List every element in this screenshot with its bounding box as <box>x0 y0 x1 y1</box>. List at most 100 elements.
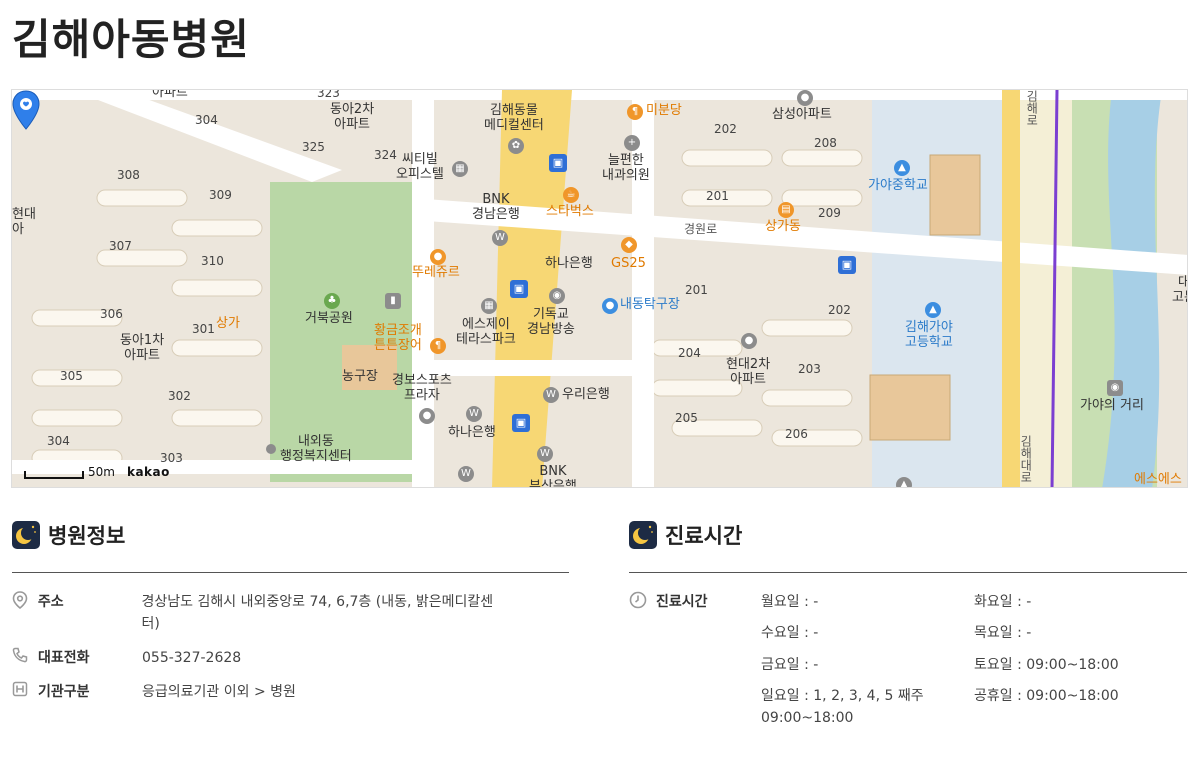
hours-monday: 월요일 : - <box>761 594 819 610</box>
bank-icon-hana-bottom: W <box>466 406 482 422</box>
map-label-309: 309 <box>209 188 232 202</box>
bus-stop-icon-2: ▣ <box>510 280 528 298</box>
moon-icon <box>12 521 40 549</box>
map-label-hyundai-left: 현대 아 <box>12 207 36 237</box>
map-label-310: 310 <box>201 254 224 268</box>
building-icon-citybil: ▦ <box>452 161 468 177</box>
map-label-gimhae-medical: 김해동물 메디컬센터 <box>484 103 544 133</box>
bus-stop-icon-3: ▣ <box>512 414 530 432</box>
vet-icon: ✿ <box>508 138 524 154</box>
hours-divider <box>629 572 1187 573</box>
map-label-starbucks: 스타벅스 <box>546 204 594 219</box>
map-label-nonggujang: 농구장 <box>342 369 378 384</box>
hours-thursday: 목요일 : - <box>974 625 1032 641</box>
map-label-geobuk-park: 거북공원 <box>305 311 353 326</box>
clock-icon <box>628 591 648 615</box>
map-label-golden-clam: 황금조개 튼튼장어 <box>374 323 422 353</box>
map-label-205: 205 <box>675 411 698 425</box>
camera-icon: ◉ <box>1107 380 1123 396</box>
hours-saturday: 토요일 : 09:00~18:00 <box>974 657 1119 673</box>
scale-distance: 50m <box>88 465 115 479</box>
map-label-sj-terrace: 에스제이 테라스파크 <box>456 317 516 347</box>
map-label-323: 323 <box>317 89 340 100</box>
hours-tuesday: 화요일 : - <box>974 594 1032 610</box>
bakery-icon: ● <box>430 249 446 265</box>
map-label-es-es: 에스에스 <box>1134 472 1182 487</box>
map-label-304b: 304 <box>47 434 70 448</box>
type-value: 응급의료기관 이외 > 병원 <box>142 684 296 700</box>
map-label-tourejure: 뚜레쥬르 <box>412 265 460 280</box>
map-label-gimhaedaero: 김해대로 <box>1018 435 1033 483</box>
bank-icon-bnk-gyeongnam: W <box>492 230 508 246</box>
map-label-301: 301 <box>192 322 215 336</box>
map-label-gaya-middle: 가야중학교 <box>868 178 928 193</box>
map-label-naeoe-center: 내외동 행정복지센터 <box>280 434 352 464</box>
map-label-gs25: GS25 <box>611 256 646 271</box>
map-label-hana-bank-top: 하나은행 <box>545 256 593 271</box>
map-view[interactable]: 323 아파트 304 동아2차 아파트 325 324 308 309 현대 … <box>11 89 1188 488</box>
map-label-hyundai2: 현대2차 아파트 <box>726 357 771 387</box>
map-label-gimhaero: 김해로 <box>1024 90 1039 126</box>
phone-icon <box>10 647 30 669</box>
hospital-info-title: 병원정보 <box>48 524 126 548</box>
map-label-mibundang: 미분당 <box>646 103 682 118</box>
map-provider-logo: kakao <box>126 465 170 479</box>
map-label-306: 306 <box>100 307 123 321</box>
table-tennis-icon: ● <box>602 298 618 314</box>
hours-heading: 진료시간 <box>629 520 742 550</box>
gov-office-icon <box>266 444 276 454</box>
map-label-hana-bank-bottom: 하나은행 <box>448 425 496 440</box>
map-label-bnk-gyeongnam: BNK 경남은행 <box>472 192 520 222</box>
type-label: 기관구분 <box>38 684 90 700</box>
map-label-202a: 202 <box>714 122 737 136</box>
map-label-naedong-table: 내동탁구장 <box>620 297 680 312</box>
restroom-icon: ▮ <box>385 293 401 309</box>
map-label-204: 204 <box>678 346 701 360</box>
bank-icon-bnk-busan: W <box>537 446 553 462</box>
apartment-icon-hyundai2: ● <box>741 333 757 349</box>
scale-bar <box>24 471 84 479</box>
hospital-location-marker-icon[interactable] <box>12 90 40 130</box>
phone-value[interactable]: 055-327-2628 <box>142 647 241 669</box>
location-pin-icon <box>10 591 30 635</box>
map-label-206: 206 <box>785 427 808 441</box>
map-label-209: 209 <box>818 206 841 220</box>
map-label-208: 208 <box>814 136 837 150</box>
map-label-gaya-street: 가야의 거리 <box>1080 398 1144 413</box>
map-label-307: 307 <box>109 239 132 253</box>
school-icon-bottom: ▲ <box>896 477 912 487</box>
map-base <box>12 90 1187 487</box>
restaurant-icon-mibundang: ¶ <box>627 104 643 120</box>
sports-icon: ● <box>419 408 435 424</box>
info-row-phone: 대표전화 055-327-2628 <box>10 647 241 669</box>
map-label-christian-broadcast: 기독교 경남방송 <box>527 307 575 337</box>
map-label-gimhae-gaya-high: 김해가야 고등학교 <box>905 320 953 350</box>
map-label-apart-top: 아파트 <box>152 89 188 100</box>
bus-stop-icon-1: ▣ <box>549 154 567 172</box>
map-label-325: 325 <box>302 140 325 154</box>
map-label-303: 303 <box>160 451 183 465</box>
map-label-201a: 201 <box>706 189 729 203</box>
map-label-bnk-busan: BNK 부산은행 <box>529 464 577 488</box>
map-label-right-edge: 대 고분 <box>1172 275 1187 305</box>
restaurant-icon-clam: ¶ <box>430 338 446 354</box>
map-label-gyeongbo-sports: 경보스포츠 프라자 <box>392 373 452 403</box>
map-label-dongah1: 동아1차 아파트 <box>120 333 165 363</box>
map-label-308: 308 <box>117 168 140 182</box>
hours-title: 진료시간 <box>665 524 743 548</box>
map-label-samsung-apt: 삼성아파트 <box>772 107 832 122</box>
phone-label: 대표전화 <box>38 650 90 666</box>
convenience-store-icon: ◆ <box>621 237 637 253</box>
bank-icon-bottom-left: W <box>458 466 474 482</box>
hours-wednesday: 수요일 : - <box>761 625 819 641</box>
map-label-305: 305 <box>60 369 83 383</box>
map-label-302: 302 <box>168 389 191 403</box>
hospital-info-heading: 병원정보 <box>12 520 125 550</box>
hospital-info-divider <box>12 572 569 573</box>
page-title: 김해아동병원 <box>12 15 250 64</box>
map-label-gyeongwonro: 경원로 <box>684 222 718 236</box>
address-value: 경상남도 김해시 내외중앙로 74, 6,7층 (내동, 밝은메디칼센 터) <box>141 594 494 632</box>
map-label-neulpyeon: 늘편한 내과의원 <box>602 153 650 183</box>
map-label-202b: 202 <box>828 303 851 317</box>
moon-icon <box>629 521 657 549</box>
